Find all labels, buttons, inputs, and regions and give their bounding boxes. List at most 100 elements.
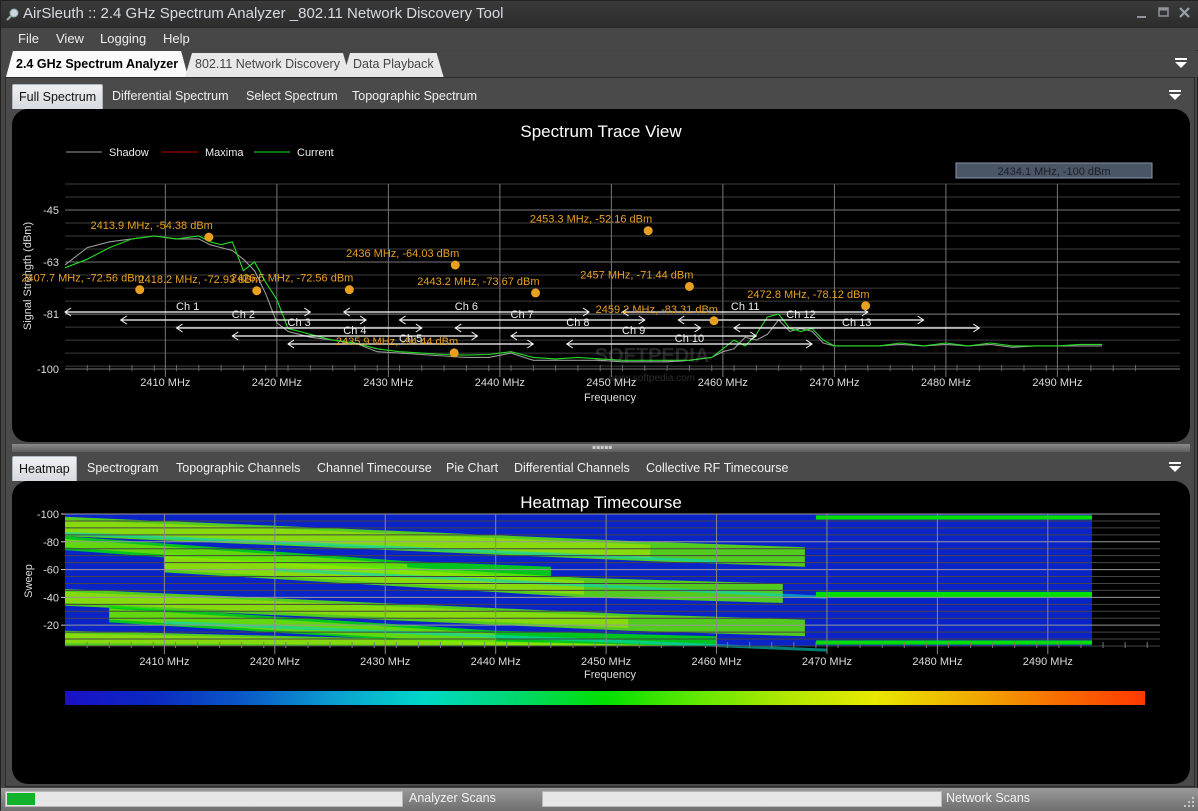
tab-channel-timecourse[interactable]: Channel Timecourse bbox=[311, 456, 438, 481]
channel-label: Ch 2 bbox=[232, 309, 255, 321]
peak-marker: 2436 MHz, -64.03 dBm bbox=[346, 248, 460, 270]
main-tab-bar: 2.4 GHz Spectrum Analyzer 802.11 Network… bbox=[1, 51, 1198, 77]
tab-pie-chart[interactable]: Pie Chart bbox=[440, 456, 504, 481]
x-tick-label: 2480 MHz bbox=[921, 377, 971, 389]
tab-spectrogram[interactable]: Spectrogram bbox=[81, 456, 165, 481]
color-scale-bar bbox=[65, 691, 1145, 705]
tab-overflow-menu-icon[interactable] bbox=[1174, 57, 1188, 71]
menu-view[interactable]: View bbox=[56, 31, 84, 46]
resize-grip-icon[interactable] bbox=[1183, 796, 1195, 808]
channel-label: Ch 3 bbox=[288, 317, 311, 329]
chart-title: Spectrum Trace View bbox=[520, 122, 682, 141]
splitter-grip-icon: ▪▪▪▪▪ bbox=[592, 444, 613, 451]
legend-label: Current bbox=[297, 147, 334, 159]
channel-label: Ch 8 bbox=[566, 317, 589, 329]
peak-dot bbox=[684, 281, 694, 291]
tab-topographic-channels[interactable]: Topographic Channels bbox=[170, 456, 306, 481]
tab-label: Data Playback bbox=[353, 57, 434, 71]
close-button[interactable] bbox=[1177, 5, 1193, 21]
channel-label: Ch 9 bbox=[622, 325, 645, 337]
cursor-readout-text: 2434.1 MHz, -100 dBm bbox=[997, 166, 1110, 178]
peak-marker: 2407.7 MHz, -72.56 dBm bbox=[21, 273, 145, 295]
menu-logging[interactable]: Logging bbox=[100, 31, 146, 46]
x-tick-label: 2440 MHz bbox=[471, 656, 521, 668]
watermark-url: www.softpedia.com bbox=[608, 373, 695, 384]
peak-label: 2472.8 MHz, -78.12 dBm bbox=[747, 289, 869, 301]
panel-splitter[interactable]: ▪▪▪▪▪ bbox=[12, 444, 1190, 452]
tab-differential-spectrum[interactable]: Differential Spectrum bbox=[106, 84, 235, 109]
spectrum-trace-svg[interactable]: Spectrum Trace View Shadow Maxima Current 24… bbox=[12, 109, 1190, 442]
spectrum-view-tabs: Full Spectrum Differential Spectrum Sele… bbox=[12, 81, 1192, 109]
y-tick-label: -20 bbox=[43, 620, 59, 632]
maximize-button[interactable] bbox=[1156, 5, 1172, 21]
y-tick-label: -100 bbox=[37, 509, 59, 521]
network-scans-progress bbox=[542, 791, 942, 807]
peak-label: 2436 MHz, -64.03 dBm bbox=[346, 248, 459, 260]
x-tick-label: 2410 MHz bbox=[139, 656, 189, 668]
heatmap-timecourse-chart[interactable]: Heatmap Timecourse -100 -80 -60 -40 -20 2410 M… bbox=[12, 481, 1190, 784]
tab-full-spectrum[interactable]: Full Spectrum bbox=[12, 84, 104, 109]
y-axis-label: Sweep bbox=[23, 564, 35, 598]
peak-dot bbox=[252, 286, 262, 296]
y-tick-label: -80 bbox=[43, 537, 59, 549]
peak-marker: 2426.5 MHz, -72.56 dBm bbox=[231, 273, 354, 295]
title-bar[interactable]: AirSleuth :: 2.4 GHz Spectrum Analyzer _… bbox=[1, 1, 1198, 28]
x-axis-label: Frequency bbox=[584, 669, 636, 681]
tab-differential-channels[interactable]: Differential Channels bbox=[508, 456, 636, 481]
channel-span-3: Ch 3 bbox=[175, 317, 423, 333]
tab-topographic-spectrum[interactable]: Topographic Spectrum bbox=[346, 84, 483, 109]
heatmap-steady-band bbox=[815, 591, 1092, 598]
channel-label: Ch 1 bbox=[176, 301, 199, 313]
menu-help[interactable]: Help bbox=[163, 31, 190, 46]
maximize-icon bbox=[1158, 7, 1169, 17]
close-icon bbox=[1179, 7, 1190, 18]
heatmap-svg[interactable]: Heatmap Timecourse -100 -80 -60 -40 -20 2410 M… bbox=[12, 481, 1190, 784]
minimize-icon bbox=[1137, 16, 1146, 18]
tab-data-playback[interactable]: Data Playback bbox=[343, 53, 444, 77]
analysis-view-tabs: Heatmap Spectrogram Topographic Channels… bbox=[12, 453, 1192, 481]
tab-heatmap[interactable]: Heatmap bbox=[12, 456, 77, 481]
magnifier-app-icon bbox=[6, 8, 19, 21]
peak-dot bbox=[450, 260, 460, 270]
peak-dot bbox=[861, 301, 871, 311]
tab-collective-rf-timecourse[interactable]: Collective RF Timecourse bbox=[640, 456, 794, 481]
minimize-button[interactable] bbox=[1134, 5, 1150, 21]
tab-network-discovery[interactable]: 802.11 Network Discovery bbox=[185, 53, 350, 77]
channel-span-8: Ch 8 bbox=[454, 317, 702, 333]
window-title: AirSleuth :: 2.4 GHz Spectrum Analyzer _… bbox=[23, 5, 504, 22]
peak-label: 2426.5 MHz, -72.56 dBm bbox=[231, 273, 353, 285]
peak-dot bbox=[643, 226, 653, 236]
analyzer-scans-progress bbox=[5, 791, 403, 807]
peak-dot bbox=[531, 288, 541, 298]
x-tick-label: 2470 MHz bbox=[802, 656, 852, 668]
heatmap-steady-band bbox=[815, 515, 1092, 520]
channel-label: Ch 13 bbox=[842, 317, 871, 329]
menu-file[interactable]: File bbox=[18, 31, 39, 46]
peak-dot bbox=[204, 232, 214, 242]
x-tick-label: 2480 MHz bbox=[912, 656, 962, 668]
channel-label: Ch 12 bbox=[786, 309, 815, 321]
peak-label: 2453.3 MHz, -52.16 dBm bbox=[530, 214, 652, 226]
y-tick-label: -60 bbox=[43, 565, 59, 577]
y-tick-label: -81 bbox=[43, 309, 59, 321]
channel-label: Ch 11 bbox=[731, 301, 760, 313]
spectrum-trace-chart[interactable]: Spectrum Trace View Shadow Maxima Current 24… bbox=[12, 109, 1190, 442]
legend-label: Shadow bbox=[109, 147, 149, 159]
x-tick-label: 2470 MHz bbox=[809, 377, 859, 389]
network-scans-label: Network Scans bbox=[946, 791, 1031, 805]
analysis-tabs-menu-icon[interactable] bbox=[1168, 461, 1182, 475]
x-axis-label: Frequency bbox=[584, 392, 636, 404]
peak-marker: 2459.2 MHz, -83.31 dBm bbox=[596, 304, 719, 326]
peak-marker: 2443.2 MHz, -73.67 dBm bbox=[417, 276, 541, 298]
tab-select-spectrum[interactable]: Select Spectrum bbox=[240, 84, 344, 109]
x-tick-label: 2420 MHz bbox=[250, 656, 300, 668]
peak-dot bbox=[449, 348, 459, 358]
spectrum-tabs-menu-icon[interactable] bbox=[1168, 89, 1182, 103]
channel-label: Ch 7 bbox=[511, 309, 534, 321]
tab-label: 2.4 GHz Spectrum Analyzer bbox=[16, 57, 179, 71]
menu-bar: File View Logging Help bbox=[1, 28, 1198, 50]
peak-marker: 2453.3 MHz, -52.16 dBm bbox=[530, 214, 653, 236]
tab-spectrum-analyzer[interactable]: 2.4 GHz Spectrum Analyzer bbox=[6, 51, 188, 77]
x-tick-label: 2430 MHz bbox=[363, 377, 413, 389]
tab-label: 802.11 Network Discovery bbox=[195, 57, 340, 71]
